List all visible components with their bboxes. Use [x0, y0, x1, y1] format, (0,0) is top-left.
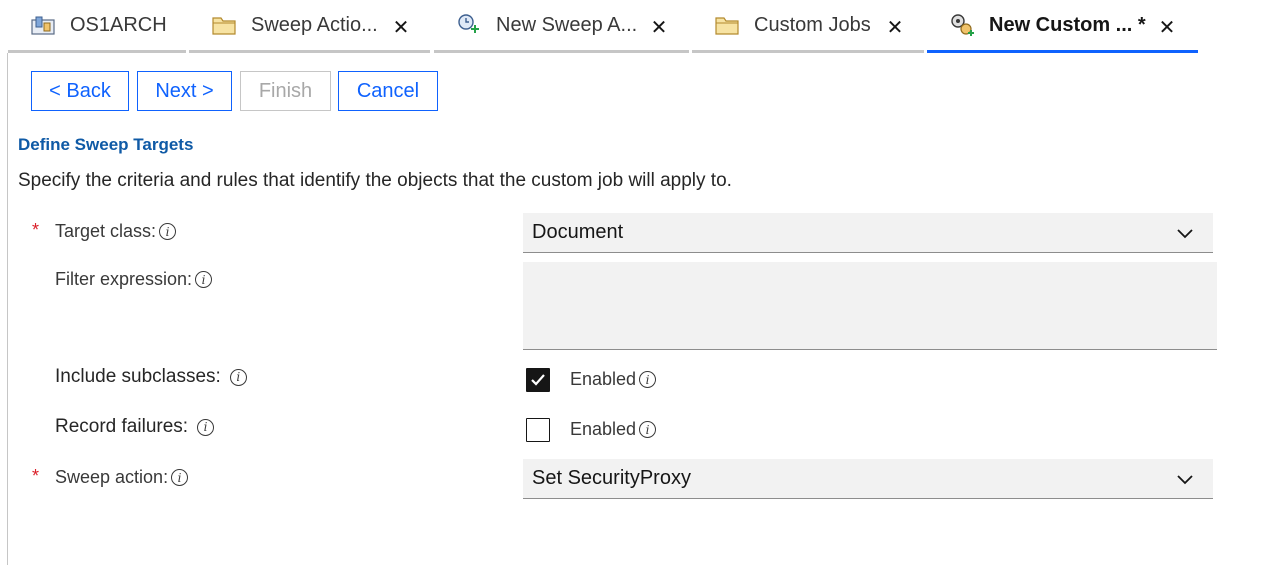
target-class-label: Target class: i — [55, 221, 177, 242]
tab-custom-jobs[interactable]: Custom Jobs ✕ — [692, 0, 924, 53]
folder-icon — [714, 12, 740, 38]
include-subclasses-checkbox[interactable] — [526, 368, 550, 392]
tab-bar: OS1ARCH Sweep Actio... ✕ New Sweep A... … — [0, 0, 1276, 53]
tab-label: OS1ARCH — [70, 13, 167, 36]
include-subclasses-label: Include subclasses: i — [55, 366, 247, 388]
info-icon[interactable]: i — [229, 368, 247, 386]
close-icon[interactable]: ✕ — [1158, 17, 1176, 39]
checkmark-icon — [531, 374, 545, 386]
tab-sweep-actions[interactable]: Sweep Actio... ✕ — [189, 0, 430, 53]
finish-button: Finish — [240, 71, 331, 111]
tab-os1arch[interactable]: OS1ARCH — [8, 0, 186, 53]
chevron-down-icon — [1177, 229, 1193, 239]
info-icon[interactable]: i — [195, 271, 213, 288]
record-failures-checkbox[interactable] — [526, 418, 550, 442]
info-icon[interactable]: i — [159, 223, 177, 240]
back-button[interactable]: < Back — [31, 71, 129, 111]
tab-new-custom-job[interactable]: New Custom ... * ✕ — [927, 0, 1198, 53]
filter-expression-label-text: Filter expression: — [55, 269, 193, 289]
folder-icon — [211, 12, 237, 38]
section-title: Define Sweep Targets — [18, 135, 194, 154]
required-marker: * — [32, 220, 40, 240]
record-failures-label: Record failures: i — [55, 416, 215, 438]
sweep-action-value: Set SecurityProxy — [532, 467, 691, 489]
include-subclasses-option-text: Enabled — [570, 369, 637, 389]
include-subclasses-label-text: Include subclasses: — [55, 366, 221, 387]
info-icon[interactable]: i — [171, 469, 189, 486]
info-icon[interactable]: i — [639, 421, 657, 438]
target-class-select[interactable]: Document — [523, 213, 1213, 253]
record-failures-option: Enabled i — [570, 419, 657, 440]
info-icon[interactable]: i — [197, 418, 215, 436]
tab-label: Sweep Actio... — [251, 13, 378, 36]
close-icon[interactable]: ✕ — [886, 17, 904, 39]
next-button[interactable]: Next > — [137, 71, 232, 111]
tab-label: Custom Jobs — [754, 13, 871, 36]
info-icon[interactable]: i — [639, 371, 657, 388]
new-sweep-action-icon — [456, 12, 482, 38]
tab-label: New Custom ... * — [989, 13, 1146, 36]
content-divider — [7, 53, 8, 565]
required-marker: * — [32, 466, 40, 486]
section-description: Specify the criteria and rules that iden… — [18, 170, 732, 191]
include-subclasses-option: Enabled i — [570, 369, 657, 390]
cancel-button[interactable]: Cancel — [338, 71, 438, 111]
close-icon[interactable]: ✕ — [650, 17, 668, 39]
filter-expression-textarea[interactable] — [523, 262, 1217, 350]
tab-label: New Sweep A... — [496, 13, 638, 36]
object-store-icon — [30, 12, 56, 38]
target-class-label-text: Target class: — [55, 221, 157, 241]
sweep-action-label: Sweep action: i — [55, 467, 189, 488]
record-failures-label-text: Record failures: — [55, 416, 189, 437]
sweep-action-label-text: Sweep action: — [55, 467, 169, 487]
close-icon[interactable]: ✕ — [392, 17, 410, 39]
target-class-value: Document — [532, 221, 624, 243]
chevron-down-icon — [1177, 475, 1193, 485]
new-custom-job-icon — [949, 12, 975, 38]
tab-new-sweep-action[interactable]: New Sweep A... ✕ — [434, 0, 689, 53]
filter-expression-label: Filter expression: i — [55, 269, 213, 290]
record-failures-option-text: Enabled — [570, 419, 637, 439]
sweep-action-select[interactable]: Set SecurityProxy — [523, 459, 1213, 499]
